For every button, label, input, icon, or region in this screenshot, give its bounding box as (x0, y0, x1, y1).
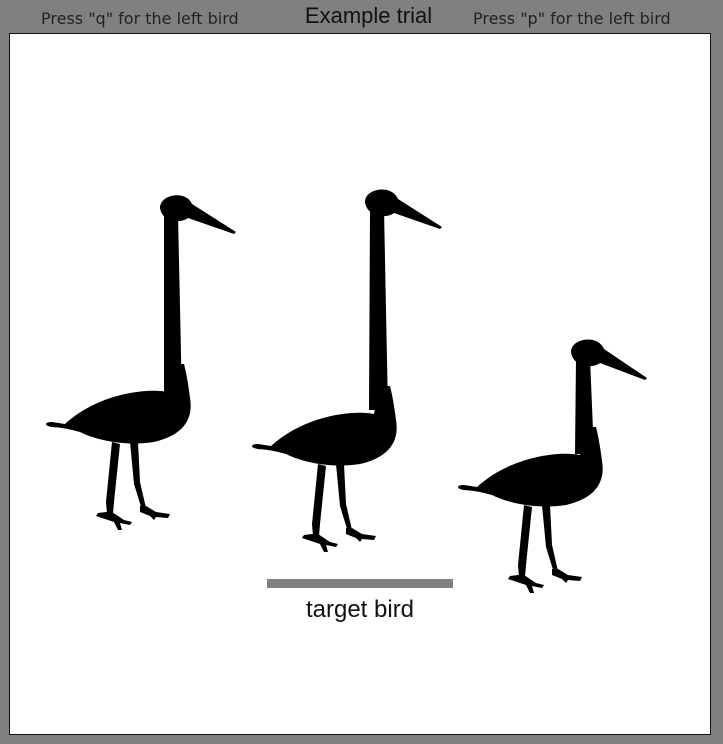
target-bird-label: target bird (305, 596, 415, 623)
right-bird-icon (458, 339, 647, 593)
trial-stage: target bird (9, 33, 711, 735)
left-bird-icon (46, 195, 236, 530)
bird-scene (46, 189, 647, 593)
right-key-hint: Press "p" for the left bird (473, 9, 671, 28)
target-indicator-bar (267, 579, 453, 588)
target-bird-icon (252, 189, 442, 552)
